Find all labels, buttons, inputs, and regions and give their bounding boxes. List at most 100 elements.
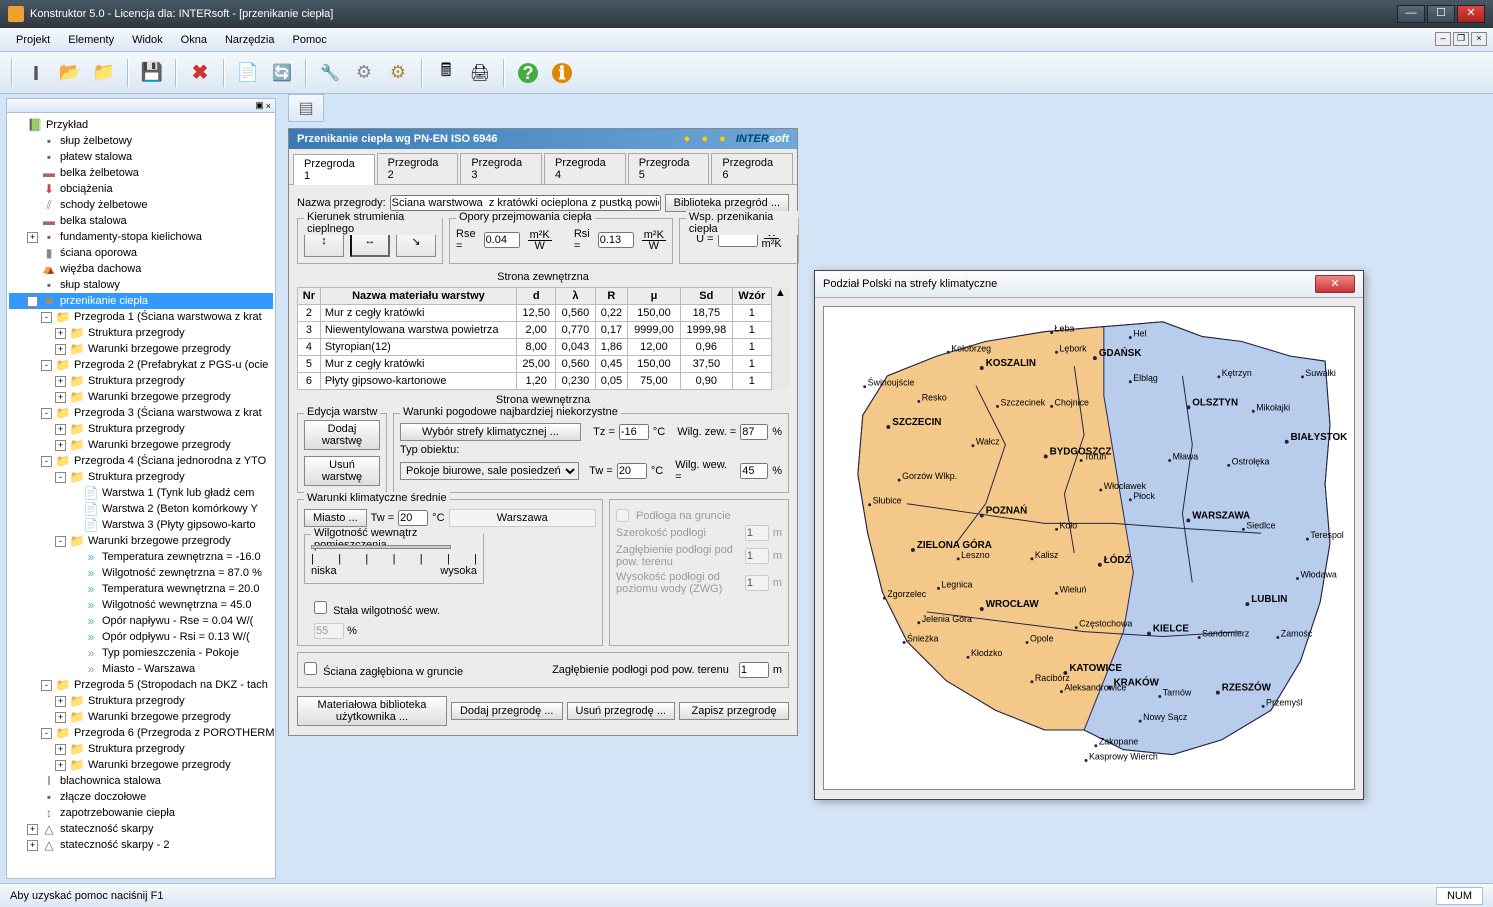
tree-node[interactable]: -Przegroda 2 (Prefabrykat z PGS-u (ocie [9, 357, 273, 373]
tree-node[interactable]: +Struktura przegrody [9, 693, 273, 709]
tree-node[interactable]: złącze doczołowe [9, 789, 273, 805]
add-layer-button[interactable]: Dodaj warstwę [304, 420, 380, 450]
tree-close-icon[interactable]: × [266, 101, 271, 111]
tree-node[interactable]: płatew stalowa [9, 149, 273, 165]
hum-in-input[interactable] [740, 463, 768, 479]
tree-node[interactable]: Warstwa 3 (Płyty gipsowo-karto [9, 517, 273, 533]
tree-node[interactable]: belka stalowa [9, 213, 273, 229]
tree-node[interactable]: -przenikanie ciepła [9, 293, 273, 309]
tree-node[interactable]: +stateczność skarpy - 2 [9, 837, 273, 853]
tree-node[interactable]: +fundamenty-stopa kielichowa [9, 229, 273, 245]
tree-node[interactable]: +Struktura przegrody [9, 421, 273, 437]
tw-avg-input[interactable] [398, 510, 428, 526]
tree-node[interactable]: +Struktura przegrody [9, 325, 273, 341]
rse-input[interactable] [484, 232, 520, 248]
tree-node[interactable]: więźba dachowa [9, 261, 273, 277]
add-partition-button[interactable]: Dodaj przegrodę ... [451, 702, 563, 720]
mdi-restore[interactable]: ❐ [1453, 32, 1469, 46]
hum-out-input[interactable] [740, 424, 768, 440]
tab-5[interactable]: Przegroda 5 [628, 153, 710, 184]
save-partition-button[interactable]: Zapisz przegrodę [679, 702, 789, 720]
tree-node[interactable]: Temperatura wewnętrzna = 20.0 [9, 581, 273, 597]
tool-calc[interactable] [432, 59, 460, 87]
tree-node[interactable]: słup żelbetowy [9, 133, 273, 149]
tree-node[interactable]: +Struktura przegrody [9, 373, 273, 389]
tree-node[interactable]: Opór napływu - Rse = 0.04 W/( [9, 613, 273, 629]
tool-info[interactable] [548, 59, 576, 87]
tree-node[interactable]: -Przegroda 1 (Ściana warstwowa z krat [9, 309, 273, 325]
tool-print[interactable] [466, 59, 494, 87]
tool-open2[interactable] [90, 59, 118, 87]
tree-node[interactable]: Wilgotność wewnętrzna = 45.0 [9, 597, 273, 613]
obj-type-select[interactable]: Pokoje biurowe, sale posiedzeń [400, 462, 579, 480]
tool-open[interactable] [56, 59, 84, 87]
const-hum-checkbox[interactable]: Stała wilgotność wew. [314, 605, 440, 617]
menu-widok[interactable]: Widok [124, 32, 171, 48]
tree-node[interactable]: +Warunki brzegowe przegrody [9, 341, 273, 357]
tree-node[interactable]: Warstwa 1 (Tynk lub gładź cem [9, 485, 273, 501]
tree-node[interactable]: -Przegroda 5 (Stropodach na DKZ - tach [9, 677, 273, 693]
zone-button[interactable]: Wybór strefy klimatycznej ... [400, 423, 581, 441]
tree-node[interactable]: +Warunki brzegowe przegrody [9, 389, 273, 405]
tree-node[interactable]: blachownica stalowa [9, 773, 273, 789]
poland-map[interactable]: GDAŃSKKOSZALINSZCZECINBYDGOSZCZOLSZTYNBI… [823, 306, 1355, 790]
wall-ground-checkbox[interactable]: Ściana zagłębiona w gruncie [304, 662, 463, 678]
tool-gear1[interactable] [350, 59, 378, 87]
tree-node[interactable]: Opór odpływu - Rsi = 0.13 W/( [9, 629, 273, 645]
menu-projekt[interactable]: Projekt [8, 32, 58, 48]
tool-save[interactable] [138, 59, 166, 87]
menu-narzedzia[interactable]: Narzędzia [217, 32, 283, 48]
tree-node[interactable]: ściana oporowa [9, 245, 273, 261]
tree-node[interactable]: Temperatura zewnętrzna = -16.0 [9, 549, 273, 565]
tz-input[interactable] [619, 424, 649, 440]
table-scrollbar[interactable]: ▲ [772, 287, 789, 390]
humidity-slider[interactable] [311, 545, 451, 549]
tree-node[interactable]: Miasto - Warszawa [9, 661, 273, 677]
tree-node[interactable]: schody żelbetowe [9, 197, 273, 213]
tree-node[interactable]: -Przegroda 3 (Ściana warstwowa z krat [9, 405, 273, 421]
mdi-close[interactable]: × [1471, 32, 1487, 46]
menu-elementy[interactable]: Elementy [60, 32, 122, 48]
tool-gear2[interactable] [384, 59, 412, 87]
tool-page[interactable] [234, 59, 262, 87]
tab-6[interactable]: Przegroda 6 [711, 153, 793, 184]
tree-node[interactable]: Warstwa 2 (Beton komórkowy Y [9, 501, 273, 517]
tree-node[interactable]: +Warunki brzegowe przegrody [9, 437, 273, 453]
tree-node[interactable]: +Warunki brzegowe przegrody [9, 709, 273, 725]
rsi-input[interactable] [598, 232, 634, 248]
del-layer-button[interactable]: Usuń warstwę [304, 456, 380, 486]
tab-4[interactable]: Przegroda 4 [544, 153, 626, 184]
doc-view-button[interactable] [288, 94, 324, 122]
tree-node[interactable]: +stateczność skarpy [9, 821, 273, 837]
tab-2[interactable]: Przegroda 2 [377, 153, 459, 184]
tool-options[interactable] [316, 59, 344, 87]
tree-node[interactable]: +Warunki brzegowe przegrody [9, 757, 273, 773]
tree-node[interactable]: słup stalowy [9, 277, 273, 293]
tab-1[interactable]: Przegroda 1 [293, 154, 375, 185]
wall-ground-input[interactable] [739, 662, 769, 678]
close-button[interactable]: ✕ [1457, 5, 1485, 23]
project-tree[interactable]: Przykładsłup żelbetowypłatew stalowabelk… [7, 113, 275, 857]
tree-node[interactable]: -Struktura przegrody [9, 469, 273, 485]
mdi-minimize[interactable]: – [1435, 32, 1451, 46]
tree-pin-icon[interactable]: ▣ [255, 100, 264, 111]
tw-input[interactable] [617, 463, 647, 479]
tree-node[interactable]: +Struktura przegrody [9, 741, 273, 757]
tree-node[interactable]: Wilgotność zewnętrzna = 87.0 % [9, 565, 273, 581]
minimize-button[interactable]: — [1397, 5, 1425, 23]
del-partition-button[interactable]: Usuń przegrodę ... [567, 702, 676, 720]
material-lib-button[interactable]: Materiałowa biblioteka użytkownika ... [297, 696, 447, 726]
tree-node[interactable]: belka żelbetowa [9, 165, 273, 181]
library-button[interactable]: Biblioteka przegród ... [665, 194, 789, 212]
partition-name-input[interactable] [390, 195, 661, 211]
tab-3[interactable]: Przegroda 3 [460, 153, 542, 184]
tree-node[interactable]: -Warunki brzegowe przegrody [9, 533, 273, 549]
tree-node[interactable]: -Przegroda 6 (Przegroda z POROTHERM [9, 725, 273, 741]
tree-node[interactable]: zapotrzebowanie ciepła [9, 805, 273, 821]
menu-okna[interactable]: Okna [173, 32, 215, 48]
tool-help[interactable] [514, 59, 542, 87]
tree-node[interactable]: Typ pomieszczenia - Pokoje [9, 645, 273, 661]
tree-node[interactable]: -Przegroda 4 (Ściana jednorodna z YTO [9, 453, 273, 469]
maximize-button[interactable]: ☐ [1427, 5, 1455, 23]
tool-delete[interactable] [186, 59, 214, 87]
